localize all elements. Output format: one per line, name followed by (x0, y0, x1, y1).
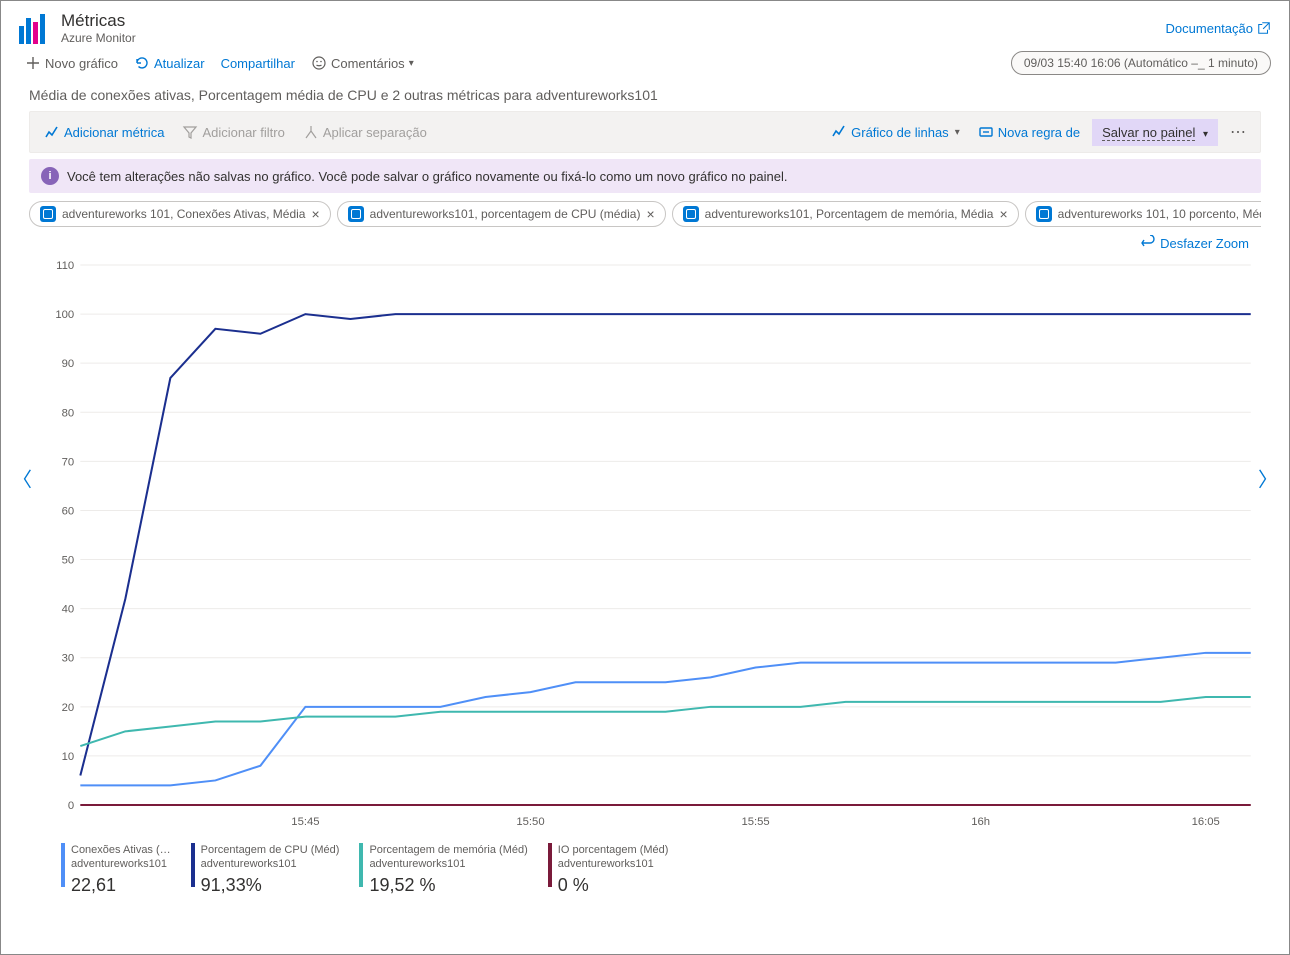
svg-text:80: 80 (62, 407, 75, 419)
database-icon (40, 206, 56, 222)
legend-color-bar (191, 843, 195, 887)
add-metric-button[interactable]: Adicionar métrica (38, 120, 170, 144)
page-subtitle: Azure Monitor (61, 31, 1166, 45)
refresh-icon (134, 55, 150, 71)
legend-item[interactable]: Porcentagem de memória (Méd)adventurewor… (359, 843, 527, 897)
pill-label: adventureworks 101, Conexões Ativas, Méd… (62, 207, 305, 221)
alert-icon (978, 124, 994, 140)
new-alert-rule-button[interactable]: Nova regra de (972, 120, 1086, 144)
new-chart-button[interactable]: Novo gráfico (19, 51, 124, 75)
database-icon (683, 206, 699, 222)
legend-metric-name: Porcentagem de memória (Méd) (369, 843, 527, 857)
feedback-button[interactable]: Comentários ▾ (305, 51, 420, 75)
svg-text:16h: 16h (971, 816, 990, 828)
legend-value: 19,52 % (369, 874, 527, 897)
plus-icon (25, 55, 41, 71)
metric-pill[interactable]: adventureworks101, Porcentagem de memóri… (672, 201, 1019, 227)
documentation-link[interactable]: Documentação (1166, 21, 1271, 36)
pill-label: adventureworks101, porcentagem de CPU (m… (370, 207, 641, 221)
metrics-logo-icon (19, 12, 51, 44)
filter-icon (182, 124, 198, 140)
undo-icon (1140, 235, 1156, 251)
remove-pill-icon[interactable]: × (311, 206, 319, 222)
unsaved-changes-notice: i Você tem alterações não salvas no gráf… (29, 159, 1261, 193)
svg-text:60: 60 (62, 506, 75, 518)
legend-resource: adventureworks101 (201, 857, 340, 871)
apply-split-button[interactable]: Aplicar separação (297, 120, 433, 144)
svg-text:30: 30 (62, 653, 75, 665)
share-button[interactable]: Compartilhar (215, 52, 301, 75)
metric-pill[interactable]: adventureworks 101, 10 porcento, Média× (1025, 201, 1261, 227)
time-range-picker[interactable]: 09/03 15:40 16:06 (Automático –_ 1 minut… (1011, 51, 1271, 75)
page-title: Métricas (61, 11, 1166, 31)
line-chart-icon (831, 124, 847, 140)
legend-resource: adventureworks101 (558, 857, 669, 871)
svg-text:20: 20 (62, 702, 75, 714)
svg-text:70: 70 (62, 456, 75, 468)
metrics-line-chart[interactable]: 0 10 20 30 40 50 60 70 80 90 100 110 15:45 15:50 15:55… (29, 255, 1261, 835)
legend-item[interactable]: Conexões Ativas (…adventureworks101 22,61 (61, 843, 171, 897)
add-filter-button[interactable]: Adicionar filtro (176, 120, 290, 144)
svg-text:15:50: 15:50 (516, 816, 544, 828)
svg-text:10: 10 (62, 751, 75, 763)
save-to-dashboard-button[interactable]: Salvar no painel (1092, 119, 1218, 146)
svg-text:15:45: 15:45 (291, 816, 319, 828)
database-icon (1036, 206, 1052, 222)
legend-resource: adventureworks101 (369, 857, 527, 871)
legend-value: 22,61 (71, 874, 171, 897)
remove-pill-icon[interactable]: × (646, 206, 654, 222)
legend-color-bar (548, 843, 552, 887)
legend-metric-name: IO porcentagem (Méd) (558, 843, 669, 857)
undo-zoom-link[interactable]: Desfazer Zoom (1160, 236, 1249, 251)
legend-color-bar (61, 843, 65, 887)
database-icon (348, 206, 364, 222)
legend-item[interactable]: Porcentagem de CPU (Méd)adventureworks10… (191, 843, 340, 897)
metric-icon (44, 124, 60, 140)
legend-color-bar (359, 843, 363, 887)
legend-value: 0 % (558, 874, 669, 897)
legend-value: 91,33% (201, 874, 340, 897)
pill-label: adventureworks101, Porcentagem de memóri… (705, 207, 994, 221)
remove-pill-icon[interactable]: × (999, 206, 1007, 222)
svg-text:0: 0 (68, 800, 74, 812)
more-options-button[interactable]: ⋯ (1224, 118, 1252, 146)
svg-text:110: 110 (56, 260, 74, 272)
refresh-button[interactable]: Atualizar (128, 51, 211, 75)
svg-text:100: 100 (55, 309, 74, 321)
svg-text:40: 40 (62, 604, 75, 616)
metric-pill[interactable]: adventureworks101, porcentagem de CPU (m… (337, 201, 666, 227)
svg-text:16:05: 16:05 (1192, 816, 1220, 828)
chart-subtitle: Média de conexões ativas, Porcentagem mé… (1, 79, 1289, 111)
svg-text:90: 90 (62, 358, 75, 370)
chart-type-dropdown[interactable]: Gráfico de linhas (825, 120, 966, 144)
legend-resource: adventureworks101 (71, 857, 171, 871)
info-icon: i (41, 167, 59, 185)
metric-pill[interactable]: adventureworks 101, Conexões Ativas, Méd… (29, 201, 331, 227)
legend-metric-name: Porcentagem de CPU (Méd) (201, 843, 340, 857)
svg-text:50: 50 (62, 555, 75, 567)
smiley-icon (311, 55, 327, 71)
external-link-icon (1257, 21, 1271, 35)
split-icon (303, 124, 319, 140)
legend-metric-name: Conexões Ativas (… (71, 843, 171, 857)
svg-text:15:55: 15:55 (741, 816, 769, 828)
legend-item[interactable]: IO porcentagem (Méd)adventureworks101 0 % (548, 843, 669, 897)
pill-label: adventureworks 101, 10 porcento, Média (1058, 207, 1261, 221)
notice-text: Você tem alterações não salvas no gráfic… (67, 169, 787, 184)
